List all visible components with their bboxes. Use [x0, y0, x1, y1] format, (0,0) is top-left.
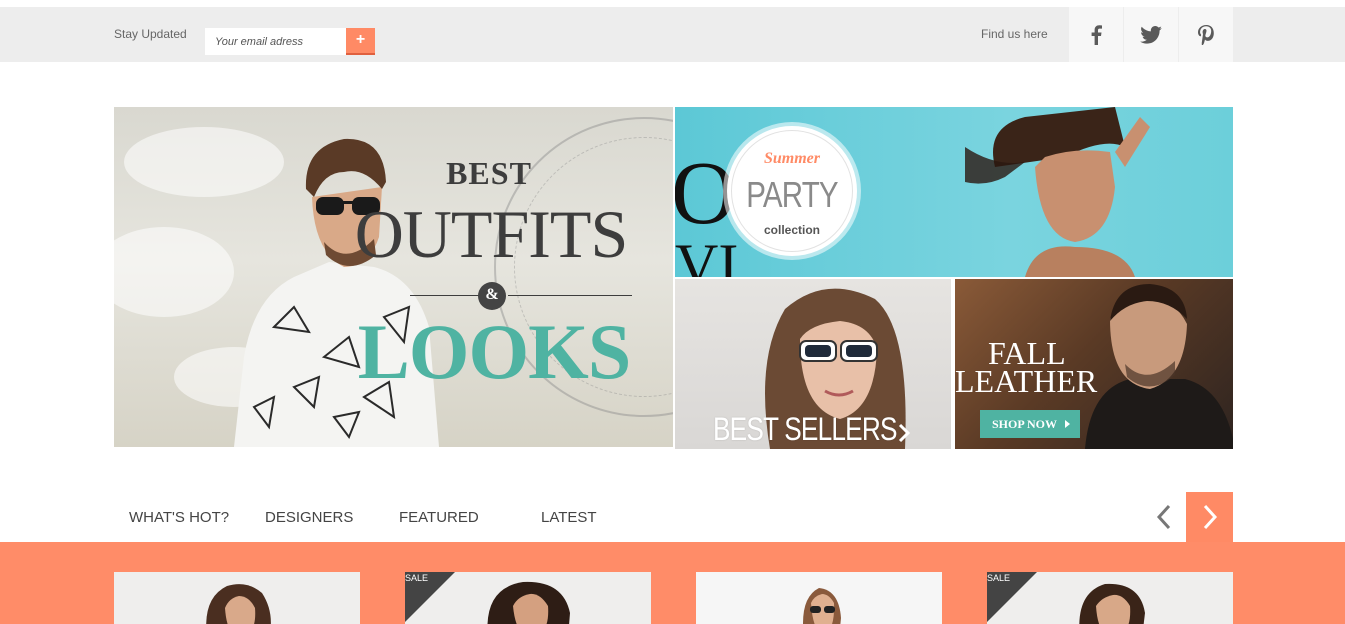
- party-title: PARTY: [746, 174, 838, 215]
- top-bar: Stay Updated + Find us here: [0, 7, 1345, 62]
- cloud-shape: [114, 227, 234, 317]
- sale-badge: SALE: [405, 573, 429, 583]
- product-card[interactable]: [114, 572, 360, 624]
- product-model-image: [1079, 583, 1145, 624]
- best-sellers-banner[interactable]: BEST SELLERS: [675, 279, 951, 449]
- find-us-label: Find us here: [981, 27, 1048, 41]
- collection-label: collection: [763, 223, 820, 237]
- chevron-left-icon: [1156, 504, 1171, 530]
- hero-outfits-banner[interactable]: BEST OUTFITS & LOOKS: [114, 107, 673, 447]
- leather-headline: LEATHER: [955, 363, 1098, 399]
- product-model-image: [206, 584, 271, 624]
- product-model-image: [487, 581, 570, 624]
- page: Stay Updated + Find us here BE: [0, 0, 1345, 624]
- newsletter-email-input[interactable]: [205, 28, 346, 55]
- twitter-icon[interactable]: [1124, 7, 1178, 62]
- hero-headline-outfits: OUTFITS: [354, 196, 629, 272]
- product-card[interactable]: [696, 572, 942, 624]
- caret-right-icon: [1065, 420, 1070, 428]
- divider-line: [508, 295, 632, 296]
- pinterest-icon[interactable]: [1179, 7, 1233, 62]
- ampersand-badge: &: [478, 282, 506, 310]
- shop-now-button[interactable]: SHOP NOW: [980, 410, 1080, 438]
- divider-line: [410, 295, 480, 296]
- stay-updated-label: Stay Updated: [114, 27, 187, 41]
- summer-party-badge: Summer PARTY collection: [727, 126, 857, 256]
- product-card[interactable]: SALE: [987, 572, 1233, 624]
- tab-whats-hot[interactable]: WHAT'S HOT?: [129, 509, 229, 526]
- tab-featured[interactable]: FEATURED: [399, 509, 479, 526]
- hero-headline-looks: LOOKS: [357, 308, 631, 395]
- carousel-prev-button[interactable]: [1142, 492, 1186, 542]
- product-card[interactable]: SALE: [405, 572, 651, 624]
- subscribe-button[interactable]: +: [346, 28, 375, 55]
- decorative-letter: VI: [675, 232, 739, 277]
- chevron-right-icon: [898, 423, 911, 443]
- chevron-right-icon: [1203, 504, 1217, 530]
- hero-headline-best: BEST: [446, 155, 532, 191]
- product-model-image: [803, 588, 841, 624]
- tab-latest[interactable]: LATEST: [541, 509, 597, 526]
- shop-now-label: SHOP NOW: [992, 417, 1058, 431]
- model-man-image: [234, 138, 439, 447]
- summer-party-banner[interactable]: O VI Summer PARTY collection: [675, 107, 1233, 277]
- carousel-next-button[interactable]: [1186, 492, 1233, 542]
- summer-script-text: Summer: [763, 150, 820, 167]
- fall-leather-banner[interactable]: FALL LEATHER SHOP NOW: [955, 279, 1233, 449]
- facebook-icon[interactable]: [1069, 7, 1123, 62]
- sale-badge: SALE: [987, 573, 1011, 583]
- best-sellers-label: BEST SELLERS: [713, 411, 897, 447]
- model-woman-image: [965, 107, 1150, 277]
- model-man-leather-image: [1085, 284, 1233, 449]
- tab-designers[interactable]: DESIGNERS: [265, 509, 353, 526]
